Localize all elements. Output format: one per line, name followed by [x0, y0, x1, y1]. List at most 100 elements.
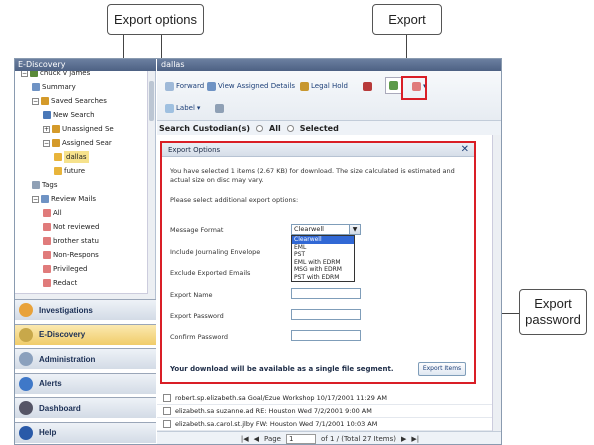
exclude-exported-label: Exclude Exported Emails — [170, 269, 251, 277]
close-icon[interactable]: ✕ — [461, 144, 469, 156]
message-format-dropdown: Clearwell EML PST EML with EDRM MSG with… — [291, 235, 355, 282]
nav-alerts[interactable]: Alerts — [15, 372, 156, 394]
format-option[interactable]: EML with EDRM — [292, 259, 354, 267]
forward-button[interactable]: Forward — [165, 79, 204, 93]
label-text: Label — [176, 104, 195, 112]
tree-item-label: Privileged — [53, 265, 88, 273]
folder-icon — [43, 111, 51, 119]
dialog-message: You have selected 1 items (2.67 KB) for … — [170, 167, 455, 184]
expand-toggle-icon[interactable]: − — [21, 71, 28, 77]
row-checkbox[interactable] — [163, 407, 171, 415]
row-checkbox[interactable] — [163, 420, 171, 428]
nav-e-discovery[interactable]: E-Discovery — [15, 323, 156, 345]
confirm-password-label: Confirm Password — [170, 333, 229, 341]
tree-item[interactable]: Tags — [32, 179, 58, 191]
row-text: robert.sp.elizabeth.sa Goal/Ezue Worksho… — [175, 394, 388, 402]
legal-hold-button[interactable]: Legal Hold — [300, 79, 348, 93]
tree-item[interactable]: + Unassigned Se — [43, 123, 114, 135]
view-assigned-details-button[interactable]: View Assigned Details — [207, 79, 295, 93]
page-input[interactable]: 1 — [285, 434, 316, 444]
tree-item-label: Non-Respons — [53, 251, 99, 259]
radio-all-label: All — [269, 123, 281, 133]
tree-scrollbar[interactable] — [147, 71, 155, 299]
tree-item[interactable]: Redact — [43, 277, 77, 289]
admin-icon — [19, 352, 33, 366]
nav-help[interactable]: Help — [15, 421, 156, 443]
confirm-password-field[interactable] — [291, 330, 361, 341]
app-window: E-Discovery − chuck v james Summary − Saved … — [14, 58, 502, 445]
expand-toggle-icon[interactable]: − — [32, 195, 39, 203]
tree-item[interactable]: Summary — [32, 81, 76, 93]
tree-item[interactable]: Non-Respons — [43, 249, 99, 261]
chevron-down-icon: ▾ — [196, 104, 201, 112]
folder-icon — [54, 167, 62, 175]
export-name-field[interactable] — [291, 288, 361, 299]
radio-selected-label: Selected — [299, 123, 339, 133]
forward-label: Forward — [176, 82, 205, 90]
export-options-dialog: Export Options ✕ You have selected 1 ite… — [160, 141, 476, 384]
folder-icon — [43, 251, 51, 259]
folder-icon — [52, 125, 60, 133]
pager: |◀ ◀ Page 1 of 1 / (Total 27 Items) ▶ ▶| — [157, 431, 501, 444]
tree-item[interactable]: − Assigned Sear — [43, 137, 112, 149]
page-label: Page — [264, 435, 281, 443]
tree-item[interactable]: brother statu — [43, 235, 99, 247]
tree-item-label: dallas — [64, 151, 89, 163]
message-format-label: Message Format — [170, 226, 224, 234]
expand-toggle-icon[interactable]: − — [32, 97, 39, 105]
expand-toggle-icon[interactable]: − — [43, 139, 50, 147]
tree-item[interactable]: Privileged — [43, 263, 87, 275]
print-button[interactable] — [215, 101, 224, 115]
label-button[interactable]: Label ▾ — [165, 101, 200, 115]
chevron-down-icon[interactable]: ▼ — [349, 225, 360, 234]
include-journaling-label: Include Journaling Envelope — [170, 248, 261, 256]
format-option[interactable]: PST with EDRM — [292, 274, 354, 282]
tag-button[interactable] — [363, 79, 372, 93]
format-option[interactable]: Clearwell — [292, 236, 354, 244]
format-option[interactable]: EML — [292, 244, 354, 252]
callout-line — [123, 35, 124, 59]
last-page-icon[interactable]: ▶| — [411, 435, 419, 443]
tree-item[interactable]: − chuck v james — [21, 71, 90, 79]
first-page-icon[interactable]: |◀ — [241, 435, 249, 443]
tree-item[interactable]: All — [43, 207, 62, 219]
export-items-button[interactable]: Export Items — [418, 362, 466, 376]
prev-page-icon[interactable]: ◀ — [254, 435, 259, 443]
nav-administration[interactable]: Administration — [15, 348, 156, 369]
nav-label: Dashboard — [39, 403, 81, 413]
callout-export-password: Export password — [519, 289, 587, 335]
tree-item-label: Review Mails — [51, 195, 97, 203]
format-option[interactable]: MSG with EDRM — [292, 266, 354, 274]
nav-investigations[interactable]: Investigations — [15, 299, 156, 320]
tree-item[interactable]: − Saved Searches — [32, 95, 107, 107]
tree-item[interactable]: New Search — [43, 109, 95, 121]
details-icon — [207, 81, 216, 91]
tree-item-label: chuck v james — [40, 71, 91, 77]
radio-all[interactable] — [256, 124, 264, 132]
export-button[interactable] — [385, 77, 402, 94]
expand-toggle-icon[interactable]: + — [43, 125, 50, 133]
radio-selected[interactable] — [286, 124, 294, 132]
folder-icon — [41, 195, 49, 203]
nav-dashboard[interactable]: Dashboard — [15, 397, 156, 418]
export-password-field[interactable] — [291, 309, 361, 320]
row-checkbox[interactable] — [163, 394, 171, 402]
format-option[interactable]: PST — [292, 251, 354, 259]
page-total: of 1 / (Total 27 Items) — [320, 435, 396, 443]
message-format-select[interactable]: Clearwell ▼ — [291, 224, 361, 235]
export-password-label: Export Password — [170, 312, 224, 320]
table-row[interactable]: robert.sp.elizabeth.sa Goal/Ezue Worksho… — [157, 392, 492, 405]
folder-icon — [41, 97, 49, 105]
tree-item[interactable]: − Review Mails — [32, 193, 96, 205]
tree-item[interactable]: future — [54, 165, 85, 177]
table-row[interactable]: elizabeth.sa.carol.st.jlby FW: Houston W… — [157, 418, 492, 431]
table-row[interactable]: elizabeth.sa suzanne.ad RE: Houston Wed … — [157, 405, 492, 418]
folder-icon — [43, 265, 51, 273]
tree-item[interactable]: dallas — [54, 151, 89, 163]
left-panel-title: E-Discovery — [15, 59, 156, 71]
next-page-icon[interactable]: ▶ — [401, 435, 406, 443]
results-scrollbar[interactable] — [492, 135, 501, 431]
tree-item-label: New Search — [53, 111, 95, 119]
tree-item[interactable]: Not reviewed — [43, 221, 99, 233]
dialog-footer: Your download will be available as a sin… — [170, 365, 394, 373]
